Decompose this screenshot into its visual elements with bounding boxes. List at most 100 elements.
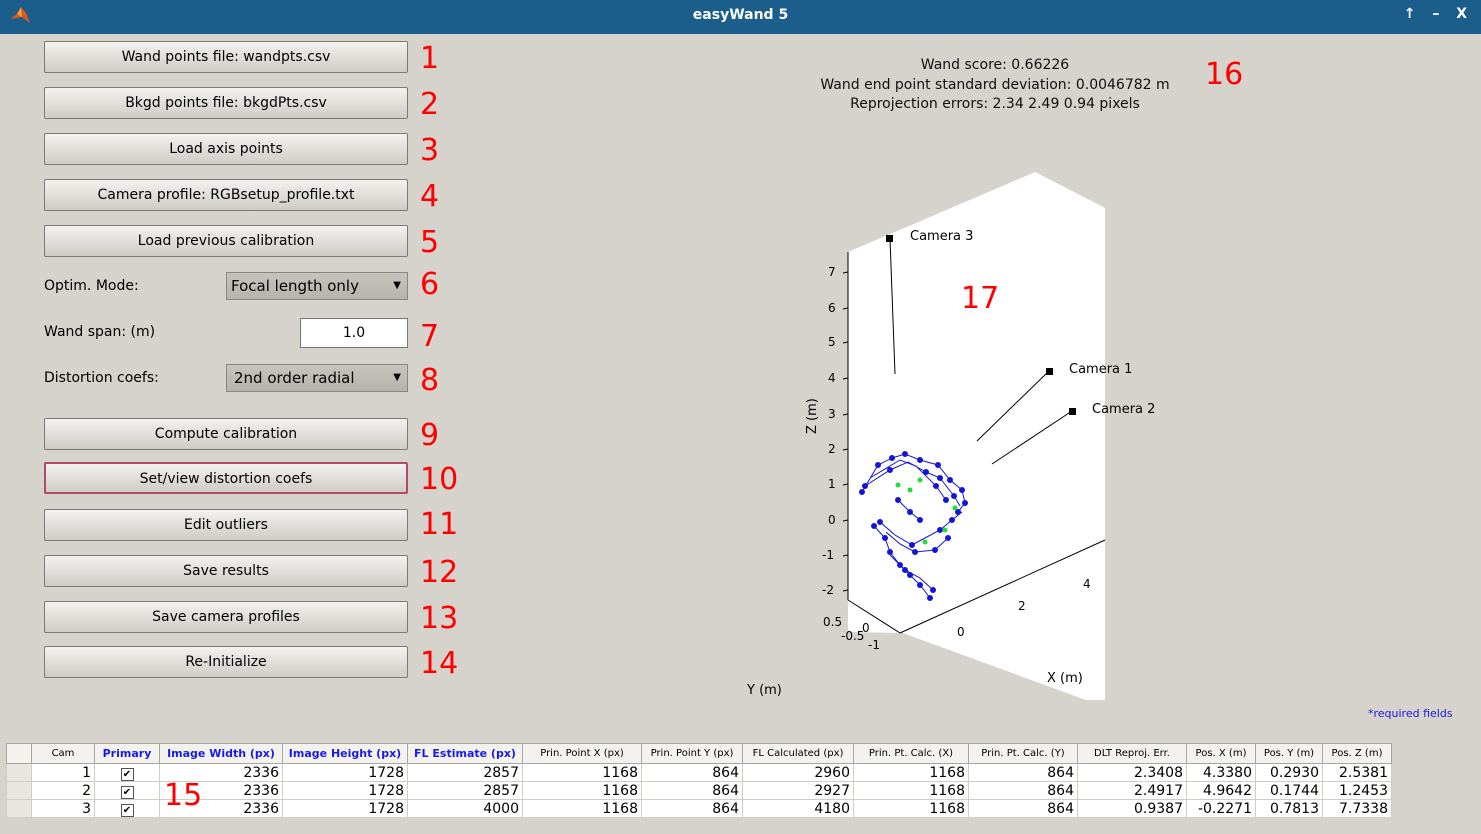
col-image-width[interactable]: Image Width (px) — [159, 743, 283, 764]
table-cell[interactable]: 1 — [31, 763, 95, 782]
col-pos-z[interactable]: Pos. Z (m) — [1322, 743, 1392, 764]
table-cell[interactable]: 7.7338 — [1322, 799, 1392, 818]
bkgd-points-file-button[interactable]: Bkgd points file: bkgdPts.csv — [44, 87, 408, 119]
table-cell[interactable]: ✔ — [94, 781, 160, 800]
compute-calibration-button[interactable]: Compute calibration — [44, 418, 408, 450]
table-cell[interactable]: 0.1744 — [1255, 781, 1323, 800]
re-initialize-button[interactable]: Re-Initialize — [44, 646, 408, 678]
row-header[interactable] — [6, 799, 32, 818]
wand-score: Wand score: 0.66226 — [920, 57, 1070, 73]
x-tick: 4 — [1083, 577, 1091, 591]
table-cell[interactable]: 4000 — [407, 799, 523, 818]
z-tick: 0 — [828, 513, 836, 527]
table-cell[interactable]: 1168 — [522, 781, 642, 800]
table-row[interactable]: 1 ✔ 2336 1728 2857 1168 864 2960 1168 864 2.3408 4.… — [6, 763, 1392, 782]
col-pos-y[interactable]: Pos. Y (m) — [1255, 743, 1323, 764]
primary-checkbox[interactable]: ✔ — [120, 803, 134, 817]
table-cell[interactable]: 2927 — [742, 781, 854, 800]
save-results-button[interactable]: Save results — [44, 555, 408, 587]
load-axis-points-button[interactable]: Load axis points — [44, 133, 408, 165]
table-cell[interactable]: 2857 — [407, 763, 523, 782]
title-bar: easyWand 5 ↑ – X — [0, 0, 1481, 34]
table-cell[interactable]: ✔ — [94, 799, 160, 818]
table-cell[interactable]: 4.9642 — [1186, 781, 1256, 800]
table-cell[interactable]: 1.2453 — [1322, 781, 1392, 800]
col-prin-point-y[interactable]: Prin. Point Y (px) — [641, 743, 743, 764]
table-cell[interactable]: 864 — [968, 799, 1078, 818]
load-previous-calibration-button[interactable]: Load previous calibration — [44, 225, 408, 257]
table-cell[interactable]: 864 — [968, 781, 1078, 800]
table-cell[interactable]: 2.5381 — [1322, 763, 1392, 782]
col-pos-x[interactable]: Pos. X (m) — [1186, 743, 1256, 764]
col-prin-point-x[interactable]: Prin. Point X (px) — [522, 743, 642, 764]
table-row[interactable]: 2 ✔ 2336 1728 2857 1168 864 2927 1168 864 2.4917 4.… — [6, 781, 1392, 800]
z-tick: 6 — [828, 301, 836, 315]
table-cell[interactable]: 1728 — [282, 799, 408, 818]
col-primary[interactable]: Primary — [94, 743, 160, 764]
table-cell[interactable]: 2857 — [407, 781, 523, 800]
table-cell[interactable]: 2.4917 — [1077, 781, 1187, 800]
table-cell[interactable]: 1168 — [522, 799, 642, 818]
annotation-17: 17 — [961, 281, 999, 316]
col-prin-pt-calc-y[interactable]: Prin. Pt. Calc. (Y) — [968, 743, 1078, 764]
camera-2-label: Camera 2 — [1092, 402, 1155, 417]
table-row[interactable]: 3 ✔ 2336 1728 4000 1168 864 4180 1168 864 0.9387 -0… — [6, 799, 1392, 818]
primary-checkbox[interactable]: ✔ — [120, 785, 134, 799]
camera-table[interactable]: Cam Primary Image Width (px) Image Heigh… — [6, 743, 1392, 818]
primary-checkbox[interactable]: ✔ — [120, 767, 134, 781]
table-cell[interactable]: 0.7813 — [1255, 799, 1323, 818]
table-cell[interactable]: 0.2930 — [1255, 763, 1323, 782]
table-cell[interactable]: 2960 — [742, 763, 854, 782]
save-camera-profiles-button[interactable]: Save camera profiles — [44, 601, 408, 633]
set-view-distortion-coefs-button[interactable]: Set/view distortion coefs — [44, 462, 408, 494]
col-fl-estimate[interactable]: FL Estimate (px) — [407, 743, 523, 764]
col-dlt-reproj-err[interactable]: DLT Reproj. Err. — [1077, 743, 1187, 764]
table-cell[interactable]: 864 — [641, 799, 743, 818]
table-cell[interactable]: -0.2271 — [1186, 799, 1256, 818]
col-fl-calculated[interactable]: FL Calculated (px) — [742, 743, 854, 764]
z-tick: 1 — [828, 477, 836, 491]
table-cell[interactable]: 1728 — [282, 763, 408, 782]
col-prin-pt-calc-x[interactable]: Prin. Pt. Calc. (X) — [853, 743, 969, 764]
table-cell[interactable]: 1168 — [853, 799, 969, 818]
table-cell[interactable]: ✔ — [94, 763, 160, 782]
table-cell[interactable]: 0.9387 — [1077, 799, 1187, 818]
table-cell[interactable]: 864 — [968, 763, 1078, 782]
optim-mode-select[interactable]: Focal length only ▼ — [226, 272, 408, 300]
table-cell[interactable]: 2 — [31, 781, 95, 800]
annotation-13: 13 — [420, 601, 459, 636]
table-cell[interactable]: 1168 — [522, 763, 642, 782]
table-cell[interactable]: 864 — [641, 763, 743, 782]
table-cell[interactable]: 4.3380 — [1186, 763, 1256, 782]
row-header[interactable] — [6, 781, 32, 800]
distortion-coefs-select[interactable]: 2nd order radial ▼ — [226, 364, 408, 392]
annotation-10: 10 — [420, 462, 459, 497]
camera-profile-button[interactable]: Camera profile: RGBsetup_profile.txt — [44, 179, 408, 211]
wand-span-input[interactable]: 1.0 — [300, 318, 408, 348]
annotation-7: 7 — [420, 319, 440, 354]
annotation-11: 11 — [420, 507, 459, 542]
annotation-16: 16 — [1205, 57, 1244, 92]
wand-points-file-button[interactable]: Wand points file: wandpts.csv — [44, 41, 408, 73]
row-header-corner — [6, 743, 32, 764]
calibration-3d-plot[interactable]: 7 6 5 4 3 2 1 0 -1 -2 Z (m) 0 2 4 0.5 0 … — [740, 160, 1180, 700]
camera-2-marker — [1069, 408, 1076, 415]
annotation-8: 8 — [420, 363, 440, 398]
table-cell[interactable]: 3 — [31, 799, 95, 818]
distortion-coefs-value: 2nd order radial — [234, 369, 355, 387]
table-cell[interactable]: 4180 — [742, 799, 854, 818]
edit-outliers-button[interactable]: Edit outliers — [44, 509, 408, 541]
table-cell[interactable]: 2.3408 — [1077, 763, 1187, 782]
col-cam[interactable]: Cam — [31, 743, 95, 764]
table-cell[interactable]: 1168 — [853, 763, 969, 782]
col-image-height[interactable]: Image Height (px) — [282, 743, 408, 764]
table-cell[interactable]: 1728 — [282, 781, 408, 800]
table-cell[interactable]: 864 — [641, 781, 743, 800]
z-tick-marks — [842, 271, 849, 592]
camera-3-label: Camera 3 — [910, 229, 973, 244]
table-cell[interactable]: 1168 — [853, 781, 969, 800]
x-axis-label: X (m) — [1047, 671, 1083, 686]
row-header[interactable] — [6, 763, 32, 782]
z-tick: -2 — [822, 583, 834, 597]
window-controls[interactable]: ↑ – X — [1404, 6, 1473, 22]
